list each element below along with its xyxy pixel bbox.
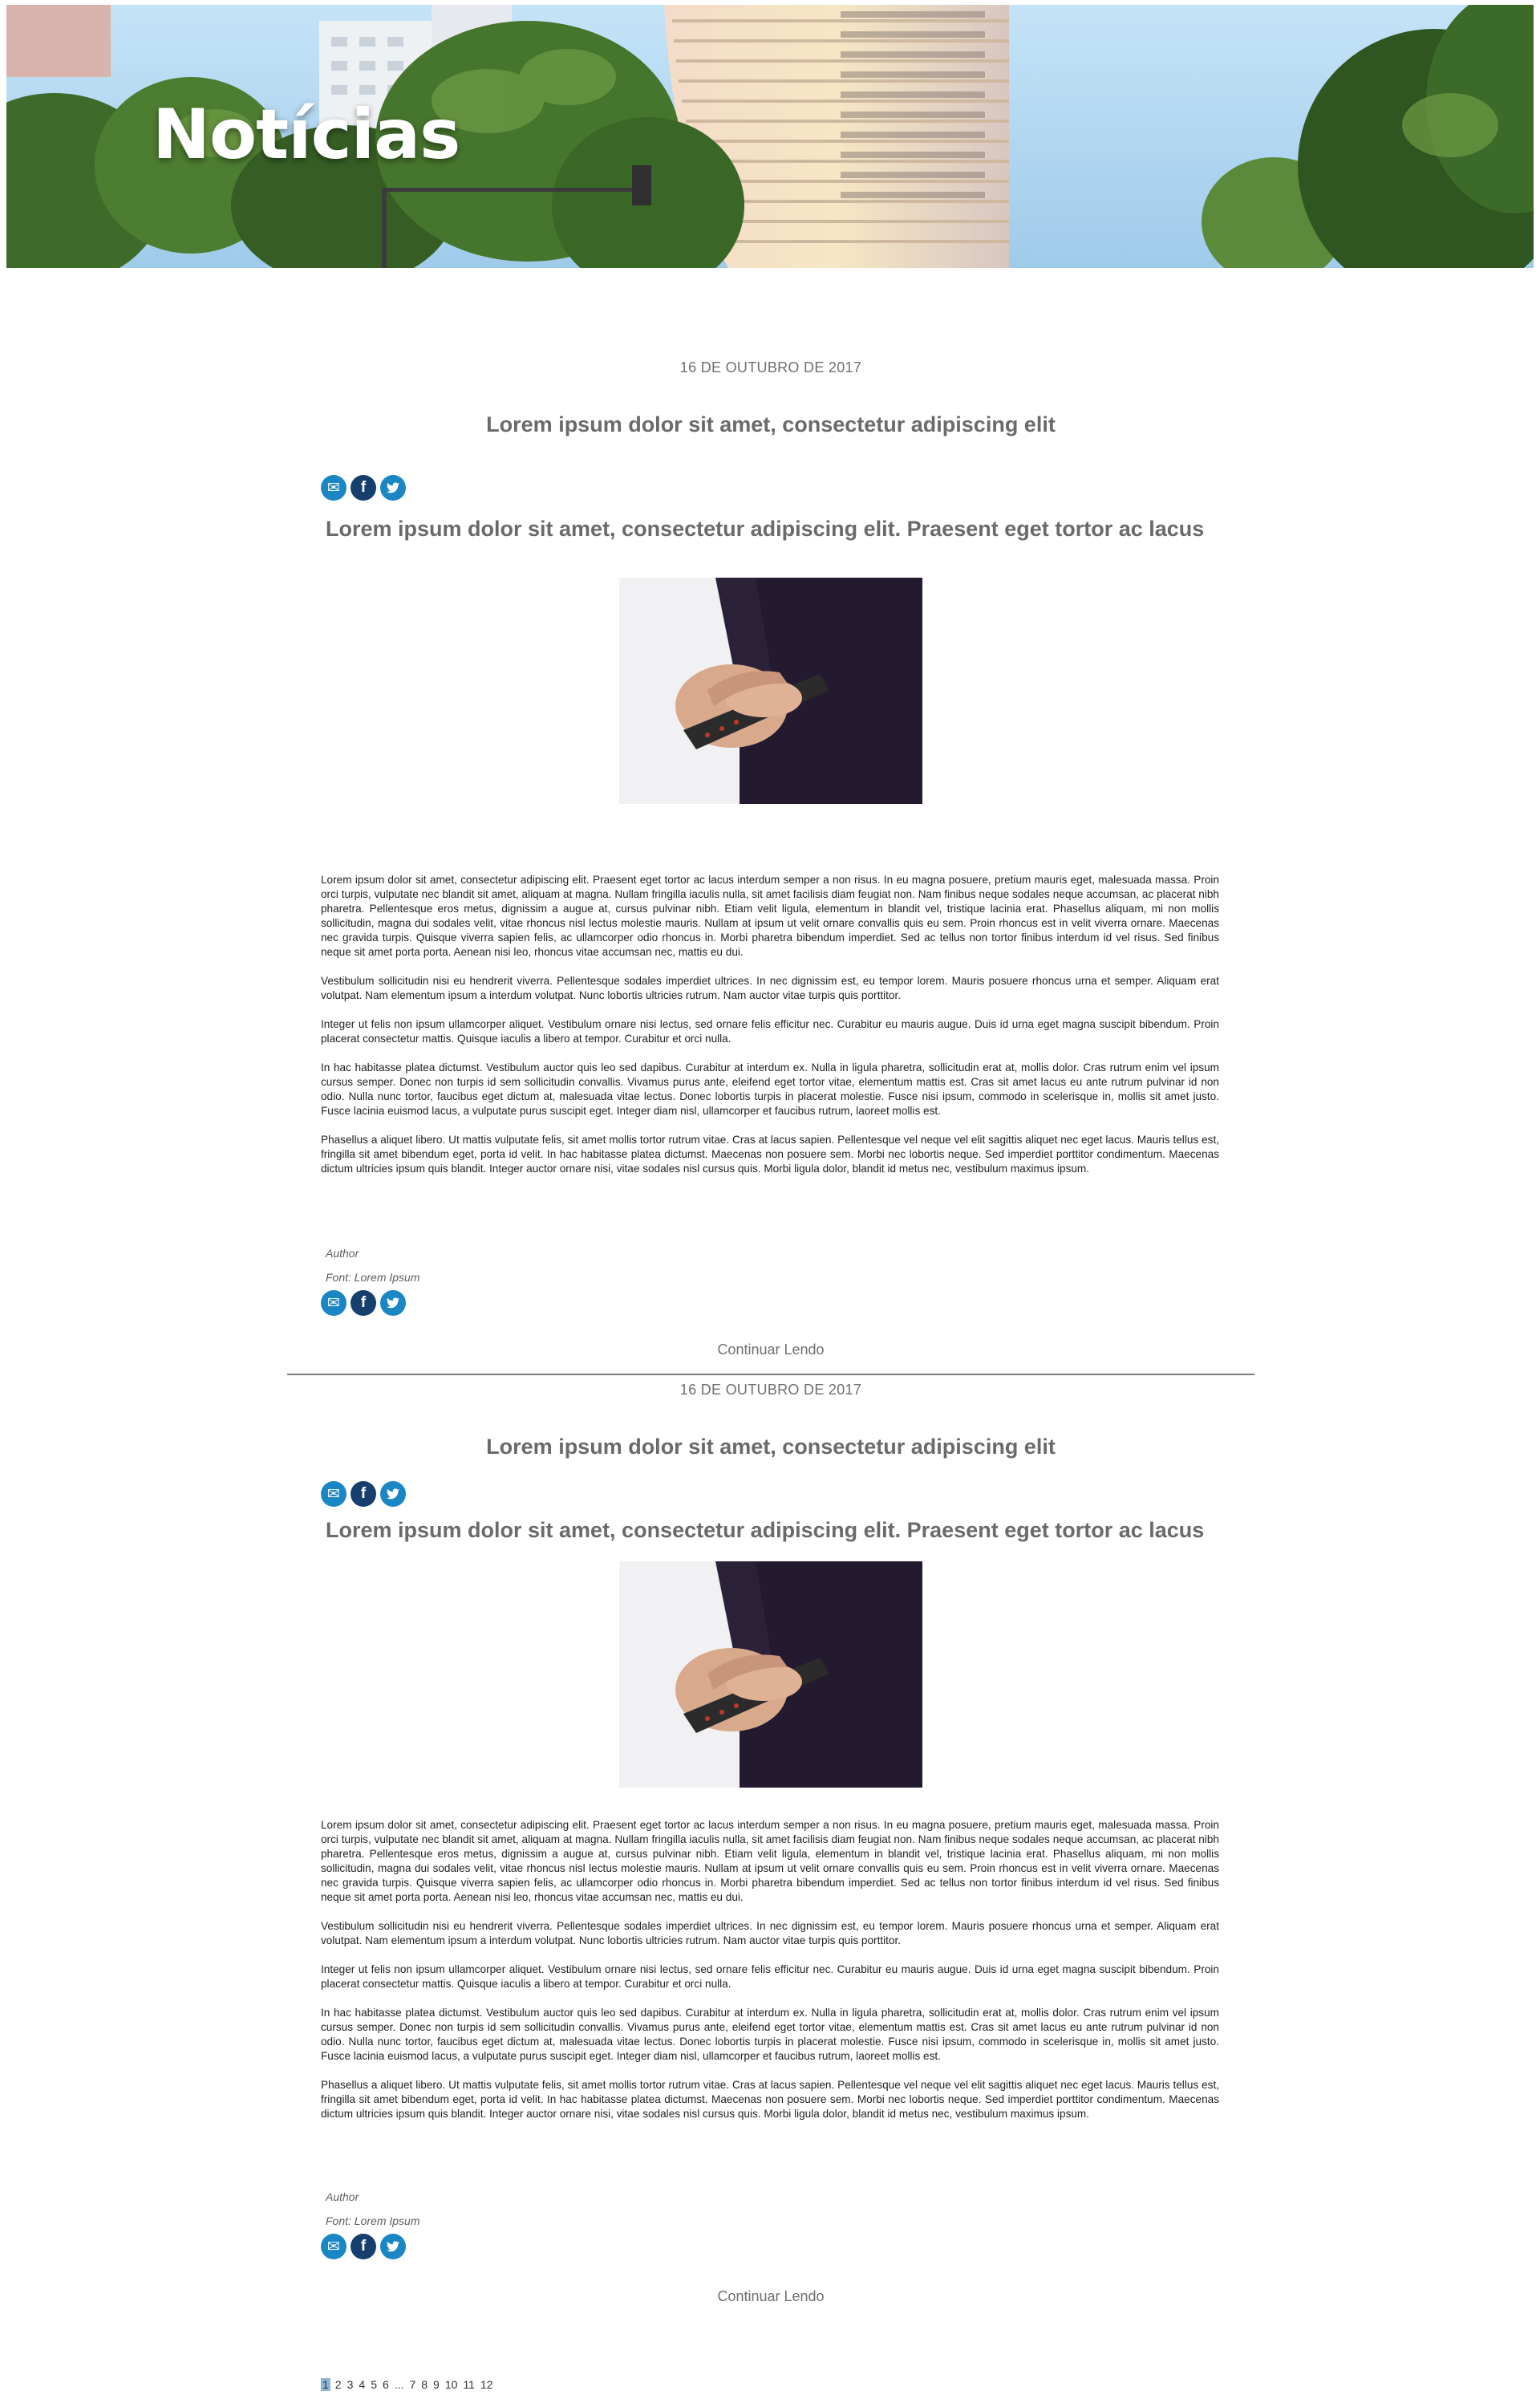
facebook-share-icon[interactable]: f	[351, 1290, 376, 1316]
post-title[interactable]: Lorem ipsum dolor sit amet, consectetur …	[287, 1435, 1254, 1459]
post-author: Author	[326, 2190, 359, 2203]
post-paragraph: In hac habitasse platea dictumst. Vestib…	[321, 2007, 1219, 2062]
email-share-icon[interactable]: ✉	[321, 1290, 346, 1316]
post-paragraph: Integer ut felis non ipsum ullamcorper a…	[321, 1018, 1219, 1045]
page-ellipsis: ...	[394, 2378, 404, 2391]
share-bar-top: ✉ f	[321, 1481, 406, 1507]
pagination: 1 2 3 4 5 6 ... 7 8 9 10 11 12	[321, 2378, 494, 2391]
facebook-share-icon[interactable]: f	[351, 1481, 376, 1507]
post-divider	[287, 1374, 1254, 1375]
email-share-icon[interactable]: ✉	[321, 2234, 346, 2259]
post-paragraph: Phasellus a aliquet libero. Ut mattis vu…	[321, 2079, 1219, 2120]
remote-control-photo	[619, 1561, 922, 1788]
post-paragraph: Vestibulum sollicitudin nisi eu hendreri…	[321, 1920, 1219, 1946]
twitter-bird-icon	[387, 2241, 399, 2252]
post-subtitle: Lorem ipsum dolor sit amet, consectetur …	[326, 517, 1205, 541]
share-bar-bottom: ✉ f	[321, 1290, 406, 1316]
post-body: Lorem ipsum dolor sit amet, consectetur …	[321, 1818, 1219, 2136]
share-bar-top: ✉ f	[321, 475, 406, 501]
facebook-share-icon[interactable]: f	[351, 475, 376, 501]
share-bar-bottom: ✉ f	[321, 2234, 406, 2259]
page-link-3[interactable]: 3	[346, 2378, 355, 2391]
twitter-bird-icon	[387, 482, 399, 493]
twitter-share-icon[interactable]	[380, 1290, 406, 1316]
hero-banner: Notícias	[6, 5, 1534, 268]
remote-control-photo	[619, 578, 922, 804]
post-body: Lorem ipsum dolor sit amet, consectetur …	[321, 873, 1219, 1191]
post-source: Font: Lorem Ipsum	[326, 2214, 420, 2227]
twitter-bird-icon	[387, 1488, 399, 1500]
page-link-5[interactable]: 5	[370, 2378, 378, 2391]
page-link-8[interactable]: 8	[420, 2378, 428, 2391]
post-source: Font: Lorem Ipsum	[326, 1271, 420, 1284]
twitter-share-icon[interactable]	[380, 1481, 406, 1507]
twitter-bird-icon	[387, 1297, 399, 1309]
post-date: 16 DE OUTUBRO DE 2017	[679, 359, 862, 375]
twitter-share-icon[interactable]	[380, 2234, 406, 2259]
post-paragraph: Lorem ipsum dolor sit amet, consectetur …	[321, 1819, 1219, 1903]
continue-reading-link[interactable]: Continuar Lendo	[287, 1342, 1254, 1358]
page-link-6[interactable]: 6	[382, 2378, 390, 2391]
page-link-12[interactable]: 12	[480, 2378, 494, 2391]
post-paragraph: Vestibulum sollicitudin nisi eu hendreri…	[321, 975, 1219, 1001]
post-subtitle: Lorem ipsum dolor sit amet, consectetur …	[326, 1518, 1205, 1542]
post-paragraph: Integer ut felis non ipsum ullamcorper a…	[321, 1963, 1219, 1990]
post-author: Author	[326, 1247, 359, 1260]
facebook-share-icon[interactable]: f	[351, 2234, 376, 2259]
page-link-11[interactable]: 11	[462, 2378, 476, 2391]
hand-remote-image	[619, 1561, 922, 1788]
continue-reading-link[interactable]: Continuar Lendo	[287, 2288, 1254, 2305]
page-link-9[interactable]: 9	[432, 2378, 440, 2391]
page-link-4[interactable]: 4	[358, 2378, 366, 2391]
post-paragraph: In hac habitasse platea dictumst. Vestib…	[321, 1061, 1219, 1117]
email-share-icon[interactable]: ✉	[321, 475, 346, 501]
twitter-share-icon[interactable]	[380, 475, 406, 501]
page-link-7[interactable]: 7	[408, 2378, 416, 2391]
page-link-10[interactable]: 10	[444, 2378, 459, 2391]
post-paragraph: Phasellus a aliquet libero. Ut mattis vu…	[321, 1134, 1219, 1175]
email-share-icon[interactable]: ✉	[321, 1481, 346, 1507]
post-paragraph: Lorem ipsum dolor sit amet, consectetur …	[321, 874, 1219, 958]
post-title[interactable]: Lorem ipsum dolor sit amet, consectetur …	[287, 412, 1254, 437]
page-title: Notícias	[152, 95, 460, 175]
page-link-1[interactable]: 1	[321, 2378, 330, 2391]
post-date: 16 DE OUTUBRO DE 2017	[679, 1382, 862, 1398]
page-link-2[interactable]: 2	[334, 2378, 342, 2391]
hand-remote-image	[619, 578, 922, 804]
